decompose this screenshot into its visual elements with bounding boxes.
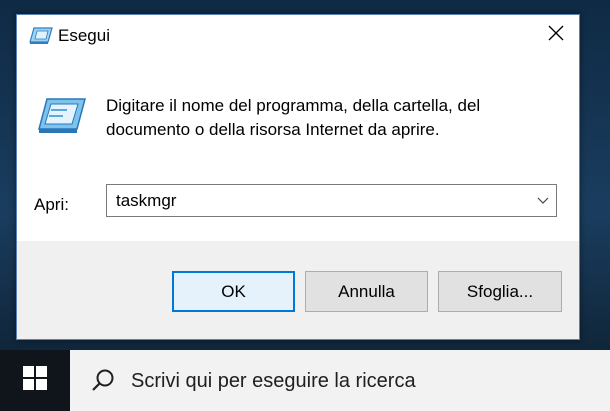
run-icon: [29, 27, 53, 45]
dialog-footer: OK Annulla Sfoglia...: [17, 241, 579, 339]
ok-button[interactable]: OK: [172, 271, 295, 312]
open-label: Apri:: [34, 195, 69, 214]
run-dialog: Esegui Digitare il nome del programma, d…: [16, 14, 580, 340]
close-button[interactable]: [533, 15, 579, 55]
browse-button[interactable]: Sfoglia...: [438, 271, 562, 312]
search-icon: [90, 368, 116, 394]
start-button[interactable]: [0, 350, 70, 411]
search-placeholder: Scrivi qui per eseguire la ricerca: [131, 370, 416, 392]
windows-logo-icon: [23, 366, 47, 395]
title-bar[interactable]: Esegui: [17, 15, 579, 59]
open-combobox[interactable]: taskmgr: [106, 184, 557, 217]
dialog-description: Digitare il nome del programma, della ca…: [106, 96, 481, 139]
chevron-down-icon[interactable]: [536, 193, 550, 207]
cancel-button[interactable]: Annulla: [305, 271, 428, 312]
window-title: Esegui: [58, 26, 110, 45]
taskbar-search-box[interactable]: Scrivi qui per eseguire la ricerca: [70, 350, 610, 411]
taskbar: Scrivi qui per eseguire la ricerca: [0, 350, 610, 411]
run-program-icon: [37, 97, 87, 137]
dialog-body: Digitare il nome del programma, della ca…: [17, 59, 579, 241]
close-icon: [548, 25, 564, 46]
open-input[interactable]: taskmgr: [116, 191, 176, 211]
